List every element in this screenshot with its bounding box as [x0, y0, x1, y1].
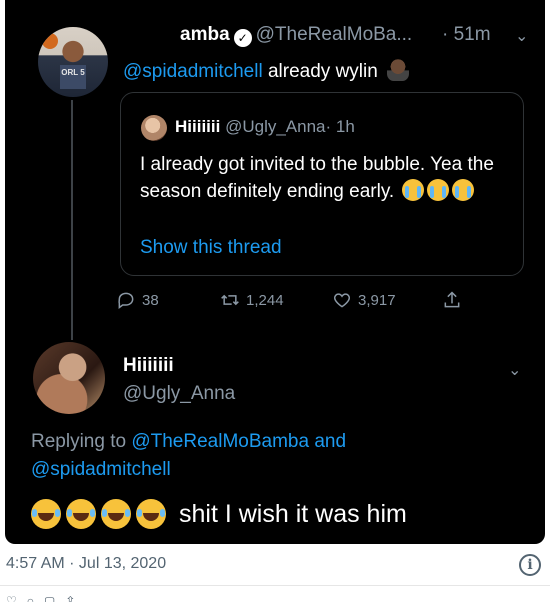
quoted-handle: @Ugly_Anna: [225, 117, 326, 136]
quoted-time: · 1h: [325, 117, 355, 136]
crying-emoji-icon: [452, 179, 475, 201]
chevron-down-icon[interactable]: ⌄: [508, 360, 521, 380]
quoted-avatar: [141, 115, 167, 141]
laughing-emoji-icon: [66, 499, 96, 529]
original-tweet-text: @spidadmitchell already wylin: [123, 57, 410, 83]
tweet-body: already wylin: [267, 61, 378, 82]
divider: [0, 585, 550, 586]
avatar-jersey: ORL 5: [60, 65, 86, 89]
mention-link[interactable]: @spidadmitchell: [31, 459, 171, 480]
quoted-tweet-card[interactable]: Hiiiiiii @Ugly_Anna· 1h I already got in…: [120, 92, 524, 276]
display-name[interactable]: amba: [180, 24, 230, 45]
crying-emoji-icon: [402, 179, 425, 201]
reply-icon: [118, 292, 134, 309]
tweet-time[interactable]: · 51m: [442, 24, 491, 46]
retweet-icon: [221, 294, 239, 306]
reply-tweet-text: shit I wish it was him: [31, 499, 407, 529]
share-icon: [444, 291, 460, 308]
quoted-tweet-text: I already got invited to the bubble. Yea…: [140, 151, 510, 205]
mention-link[interactable]: @spidadmitchell: [123, 61, 263, 82]
original-tweet-header: amba ✓ @TheRealMoBa... · 51m ⌄: [180, 24, 528, 47]
share-button[interactable]: [442, 290, 462, 310]
reply-count: 38: [142, 291, 159, 309]
thread-line: [71, 100, 73, 340]
retweet-count: 1,244: [246, 291, 284, 309]
quoted-tweet-header: Hiiiiiii @Ugly_Anna· 1h: [175, 117, 355, 137]
tweet-screenshot: ORL 5 amba ✓ @TheRealMoBa... · 51m ⌄ @spid…: [5, 0, 545, 544]
quoted-display-name: Hiiiiiii: [175, 117, 221, 136]
laughing-emoji-icon: [136, 499, 166, 529]
bottom-toolbar-partial: ♡ ○ ▢ ⇪: [6, 594, 76, 602]
user-handle[interactable]: @TheRealMoBa...: [256, 24, 413, 45]
chevron-down-icon[interactable]: ⌄: [515, 26, 528, 46]
info-icon[interactable]: i: [519, 554, 541, 576]
like-button[interactable]: 3,917: [332, 290, 396, 310]
reply-display-name[interactable]: Hiiiiiii: [123, 355, 174, 377]
reply-handle[interactable]: @Ugly_Anna: [123, 383, 235, 405]
crying-emoji-icon: [427, 179, 450, 201]
tweet-timestamp[interactable]: 4:57 AM · Jul 13, 2020: [6, 555, 166, 573]
amba-avatar[interactable]: ORL 5: [38, 27, 108, 97]
tweet-actions: 38 1,244 3,917: [116, 290, 476, 314]
like-count: 3,917: [358, 291, 396, 309]
reply-body: shit I wish it was him: [179, 499, 407, 528]
person-emoji-icon: [387, 57, 410, 81]
laughing-emoji-icon: [101, 499, 131, 529]
retweet-button[interactable]: 1,244: [220, 290, 284, 310]
reply-button[interactable]: 38: [116, 290, 159, 310]
ugly-anna-avatar[interactable]: [33, 342, 105, 414]
mention-link[interactable]: @TheRealMoBamba: [131, 431, 309, 452]
replying-and: and: [314, 431, 347, 452]
laughing-emoji-icon: [31, 499, 61, 529]
verified-icon: ✓: [233, 29, 252, 47]
basketball-icon: [42, 33, 58, 49]
replying-prefix: Replying to: [31, 431, 127, 452]
show-thread-link[interactable]: Show this thread: [140, 237, 282, 259]
replying-to: Replying to @TheRealMoBamba and @spidadm…: [31, 428, 511, 484]
heart-icon: [333, 293, 351, 308]
